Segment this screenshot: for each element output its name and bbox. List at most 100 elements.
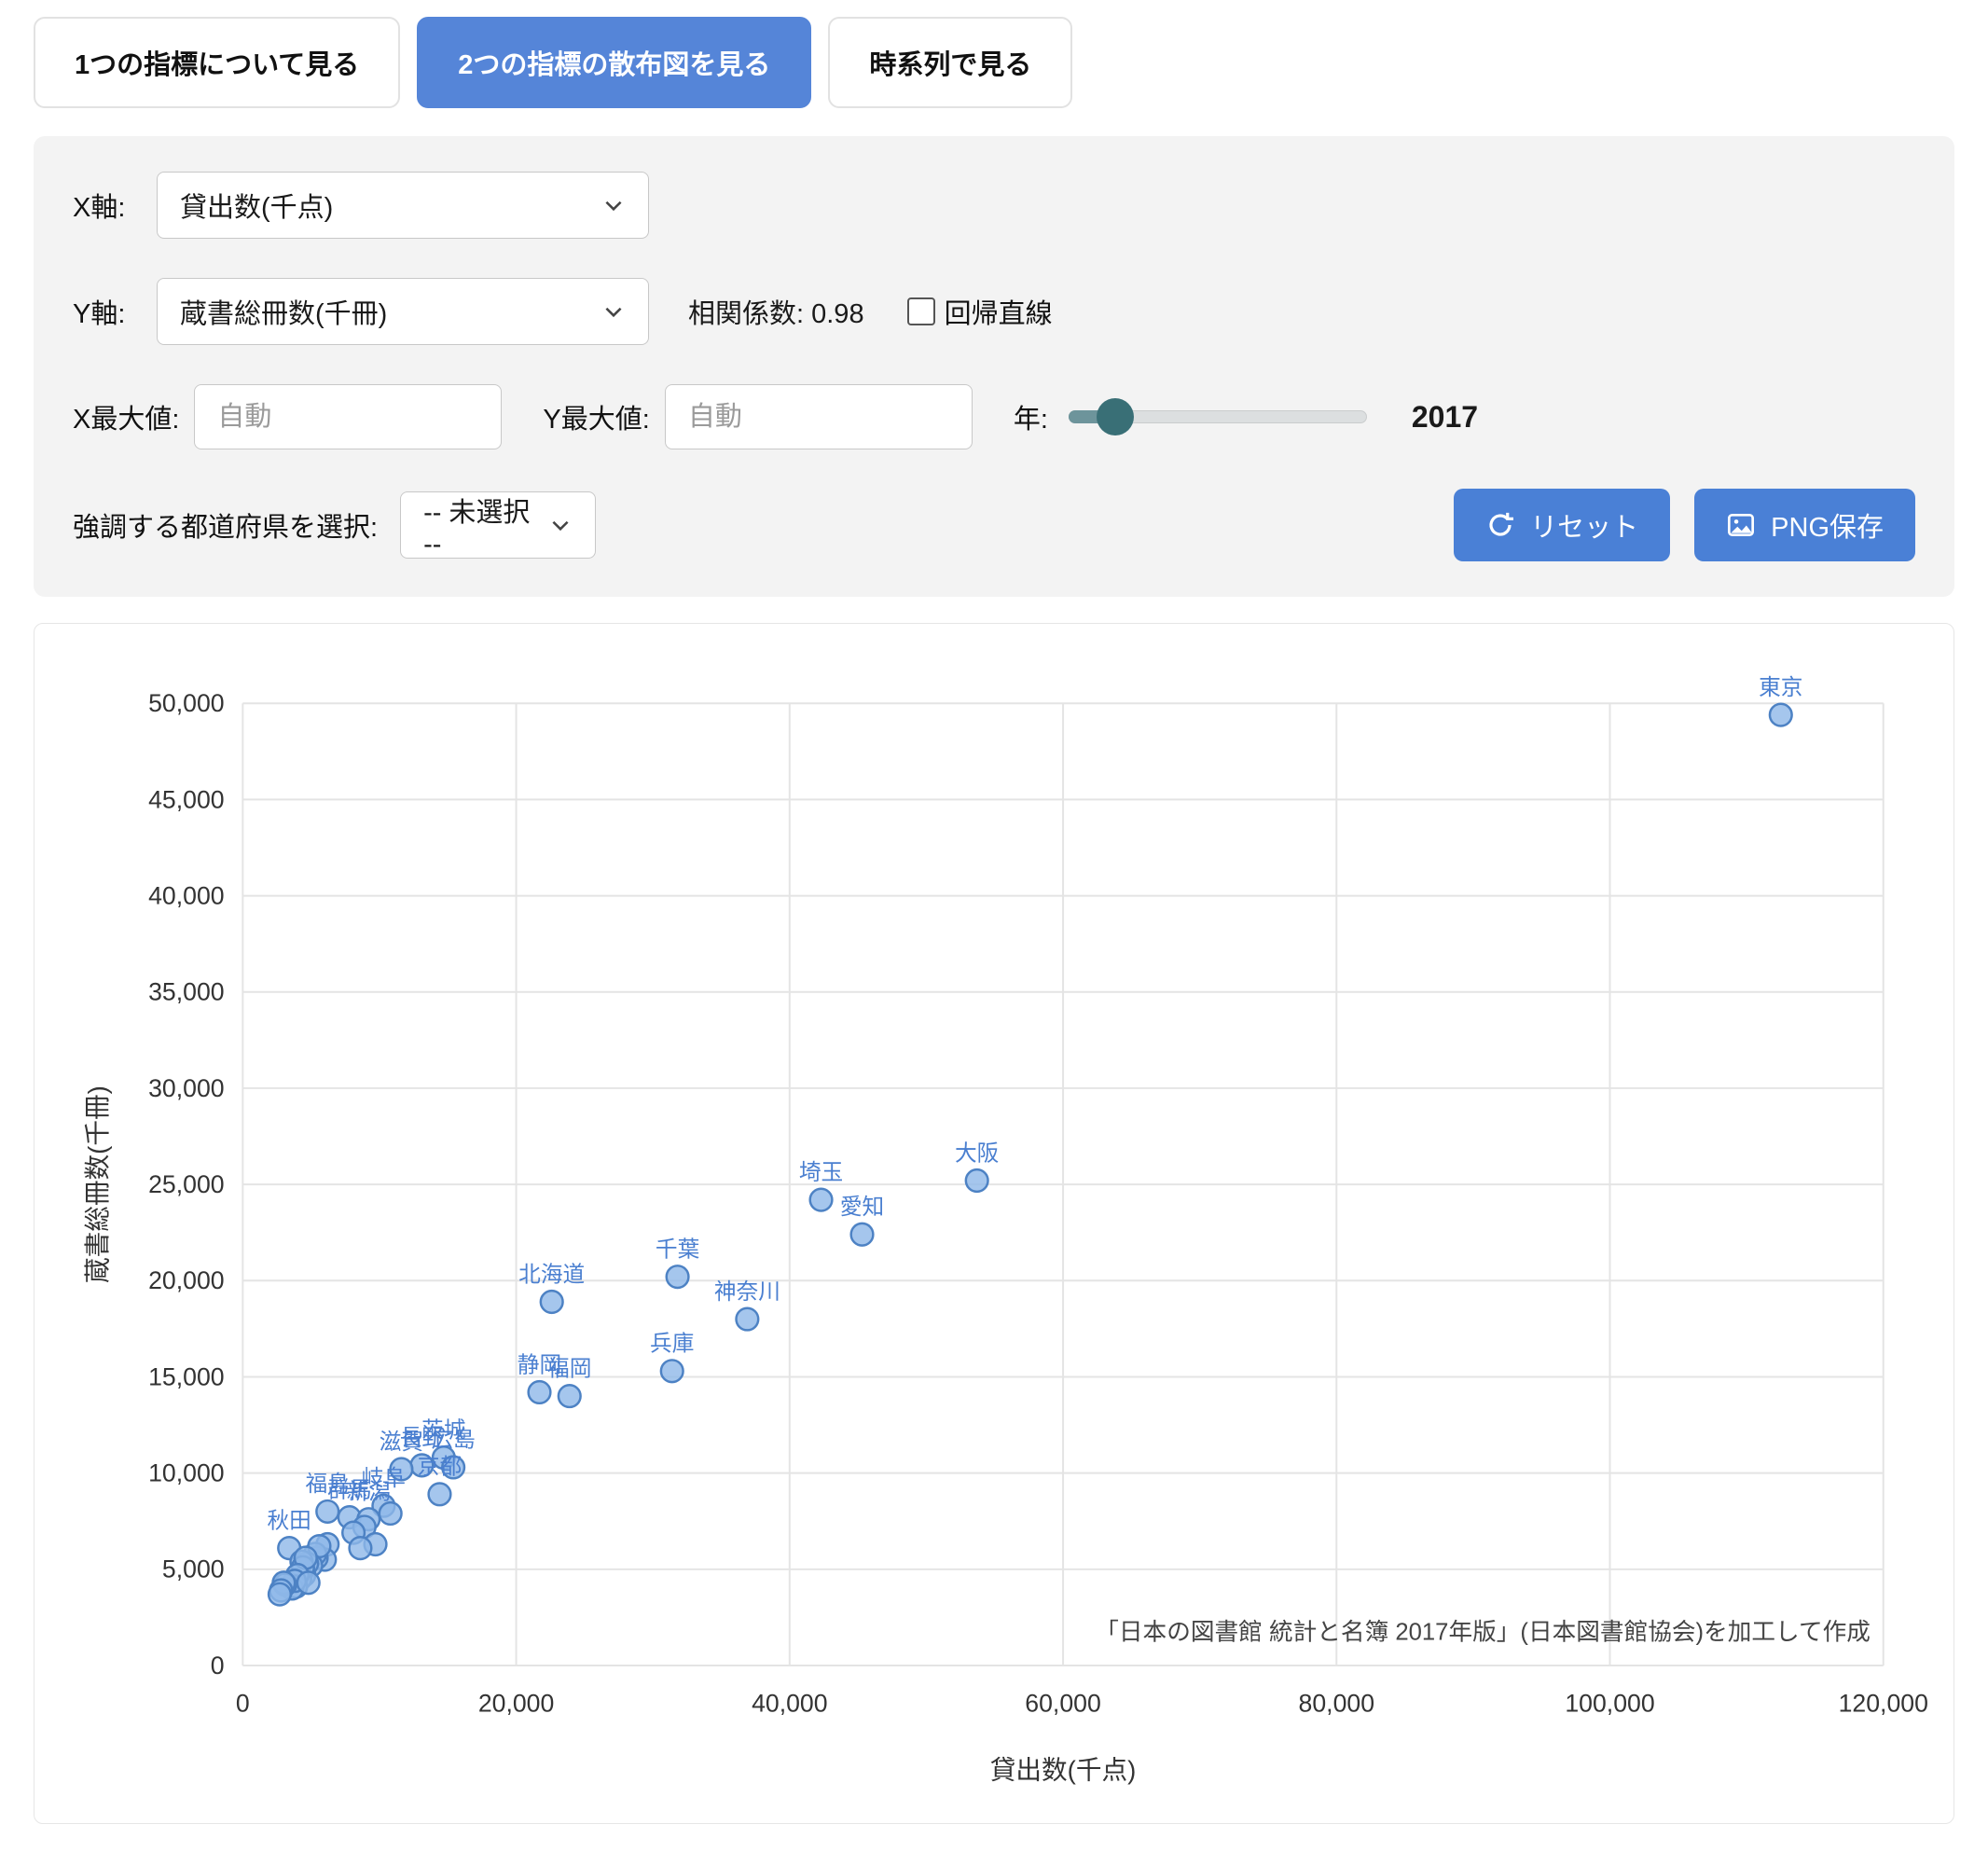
y-axis-title: 蔵書総冊数(千冊) bbox=[83, 1085, 112, 1283]
limits-row: X最大値: Y最大値: 年: 2017 bbox=[73, 384, 1915, 449]
svg-text:60,000: 60,000 bbox=[1025, 1689, 1100, 1717]
regression-checkbox-label: 回帰直線 bbox=[945, 292, 1053, 331]
svg-text:神奈川: 神奈川 bbox=[714, 1279, 780, 1305]
svg-text:20,000: 20,000 bbox=[478, 1689, 554, 1717]
svg-text:45,000: 45,000 bbox=[148, 785, 224, 813]
svg-text:0: 0 bbox=[236, 1689, 250, 1717]
reset-button[interactable]: リセット bbox=[1454, 489, 1670, 561]
point-愛知[interactable] bbox=[851, 1223, 874, 1246]
x-axis-row: X軸: 貸出数(千点) bbox=[73, 172, 1915, 239]
point-静岡[interactable] bbox=[529, 1381, 551, 1403]
svg-text:千葉: 千葉 bbox=[656, 1237, 699, 1262]
point-京都[interactable] bbox=[429, 1483, 451, 1505]
reset-button-label: リセット bbox=[1530, 505, 1638, 545]
svg-text:北海道: 北海道 bbox=[518, 1262, 585, 1287]
image-icon bbox=[1726, 510, 1756, 540]
point-福島[interactable] bbox=[316, 1500, 338, 1523]
y-tick-labels: 0 5,000 10,000 15,000 20,000 25,000 30,000 35,0… bbox=[148, 689, 224, 1679]
highlight-group: 強調する都道府県を選択: -- 未選択 -- bbox=[73, 491, 596, 559]
svg-text:東京: 東京 bbox=[1759, 675, 1802, 700]
point-高知[interactable] bbox=[269, 1583, 291, 1606]
x-axis-select-value: 貸出数(千点) bbox=[180, 186, 333, 225]
svg-text:京都: 京都 bbox=[418, 1455, 462, 1480]
y-max-label: Y最大値: bbox=[543, 397, 649, 436]
highlight-prefecture-select[interactable]: -- 未選択 -- bbox=[400, 491, 596, 559]
correlation-value: 0.98 bbox=[811, 299, 863, 329]
svg-text:120,000: 120,000 bbox=[1839, 1689, 1928, 1717]
svg-text:40,000: 40,000 bbox=[752, 1689, 827, 1717]
svg-text:大阪: 大阪 bbox=[955, 1140, 999, 1166]
point-岡山[interactable] bbox=[380, 1502, 402, 1525]
svg-text:福岡: 福岡 bbox=[547, 1356, 591, 1381]
tab-timeseries[interactable]: 時系列で見る bbox=[828, 17, 1072, 108]
point-千葉[interactable] bbox=[667, 1265, 689, 1288]
svg-text:15,000: 15,000 bbox=[148, 1362, 224, 1390]
y-axis-select-value: 蔵書総冊数(千冊) bbox=[180, 292, 387, 331]
chevron-down-icon bbox=[548, 513, 573, 537]
refresh-icon bbox=[1485, 510, 1515, 540]
svg-text:35,000: 35,000 bbox=[148, 978, 224, 1006]
scatter-points bbox=[269, 704, 1792, 1606]
highlight-select-value: -- 未選択 -- bbox=[423, 491, 532, 560]
svg-text:80,000: 80,000 bbox=[1299, 1689, 1374, 1717]
x-max-label: X最大値: bbox=[73, 397, 179, 436]
correlation-text: 相関係数: 0.98 bbox=[688, 292, 864, 331]
svg-text:広島: 広島 bbox=[431, 1428, 475, 1453]
controls-panel: X軸: 貸出数(千点) Y軸: 蔵書総冊数(千冊) 相関係数: 0.98 回帰直… bbox=[34, 136, 1954, 597]
svg-text:10,000: 10,000 bbox=[148, 1459, 224, 1487]
scatter-chart-card: 020,00040,00060,00080,000100,000120,0000… bbox=[34, 623, 1954, 1824]
svg-text:5,000: 5,000 bbox=[162, 1555, 225, 1583]
gridlines bbox=[242, 703, 1883, 1665]
x-axis-title: 貸出数(千点) bbox=[990, 1755, 1137, 1784]
view-tabs: 1つの指標について見る 2つの指標の散布図を見る 時系列で見る bbox=[34, 17, 1954, 108]
svg-text:秋田: 秋田 bbox=[267, 1508, 311, 1533]
svg-text:40,000: 40,000 bbox=[148, 881, 224, 909]
year-slider-handle[interactable] bbox=[1097, 398, 1134, 435]
tab-single-indicator[interactable]: 1つの指標について見る bbox=[34, 17, 400, 108]
point-兵庫[interactable] bbox=[661, 1360, 683, 1382]
year-value: 2017 bbox=[1412, 400, 1478, 435]
x-tick-labels: 0 20,000 40,000 60,000 80,000 100,000 120,000 bbox=[236, 1689, 1928, 1717]
point-大阪[interactable] bbox=[966, 1169, 988, 1192]
tab-scatter[interactable]: 2つの指標の散布図を見る bbox=[417, 17, 811, 108]
x-max-input[interactable] bbox=[194, 384, 502, 449]
save-png-button-label: PNG保存 bbox=[1771, 505, 1884, 545]
point-宮崎[interactable] bbox=[297, 1571, 320, 1594]
svg-text:0: 0 bbox=[211, 1652, 225, 1679]
point-labels: 東京大阪埼玉愛知千葉北海道神奈川兵庫静岡福岡茨城長野広島滋賀京都岐阜福島群馬新潟… bbox=[267, 675, 1802, 1534]
scatter-chart: 020,00040,00060,00080,000100,000120,0000… bbox=[49, 648, 1939, 1808]
chevron-down-icon bbox=[601, 299, 626, 324]
chart-attribution: 「日本の図書館 統計と名簿 2017年版」(日本図書館協会)を加工して作成 bbox=[1095, 1618, 1871, 1645]
svg-text:100,000: 100,000 bbox=[1565, 1689, 1654, 1717]
point-東京[interactable] bbox=[1770, 704, 1792, 726]
year-label: 年: bbox=[1014, 397, 1048, 436]
correlation-label: 相関係数: bbox=[688, 299, 804, 329]
svg-text:兵庫: 兵庫 bbox=[650, 1332, 694, 1357]
chevron-down-icon bbox=[601, 193, 626, 217]
action-buttons: リセット PNG保存 bbox=[1454, 489, 1915, 561]
svg-text:20,000: 20,000 bbox=[148, 1266, 224, 1294]
year-slider[interactable] bbox=[1069, 396, 1367, 437]
point-奈良[interactable] bbox=[350, 1537, 372, 1559]
regression-checkbox[interactable] bbox=[907, 297, 935, 325]
x-axis-label: X軸: bbox=[73, 186, 157, 225]
regression-toggle: 回帰直線 bbox=[907, 292, 1053, 331]
point-埼玉[interactable] bbox=[810, 1189, 833, 1211]
point-神奈川[interactable] bbox=[737, 1308, 759, 1331]
point-北海道[interactable] bbox=[541, 1291, 563, 1313]
svg-text:滋賀: 滋賀 bbox=[380, 1430, 423, 1455]
y-axis-select[interactable]: 蔵書総冊数(千冊) bbox=[157, 278, 649, 345]
svg-text:愛知: 愛知 bbox=[840, 1195, 884, 1220]
highlight-row: 強調する都道府県を選択: -- 未選択 -- リセット PNG bbox=[73, 489, 1915, 561]
save-png-button[interactable]: PNG保存 bbox=[1694, 489, 1915, 561]
svg-text:30,000: 30,000 bbox=[148, 1074, 224, 1102]
point-福岡[interactable] bbox=[559, 1385, 581, 1407]
highlight-label: 強調する都道府県を選択: bbox=[73, 505, 378, 545]
svg-text:埼玉: 埼玉 bbox=[799, 1160, 843, 1185]
svg-text:50,000: 50,000 bbox=[148, 689, 224, 717]
svg-text:25,000: 25,000 bbox=[148, 1170, 224, 1198]
x-axis-select[interactable]: 貸出数(千点) bbox=[157, 172, 649, 239]
y-axis-label: Y軸: bbox=[73, 292, 157, 331]
svg-text:新潟: 新潟 bbox=[347, 1479, 391, 1504]
y-max-input[interactable] bbox=[665, 384, 973, 449]
